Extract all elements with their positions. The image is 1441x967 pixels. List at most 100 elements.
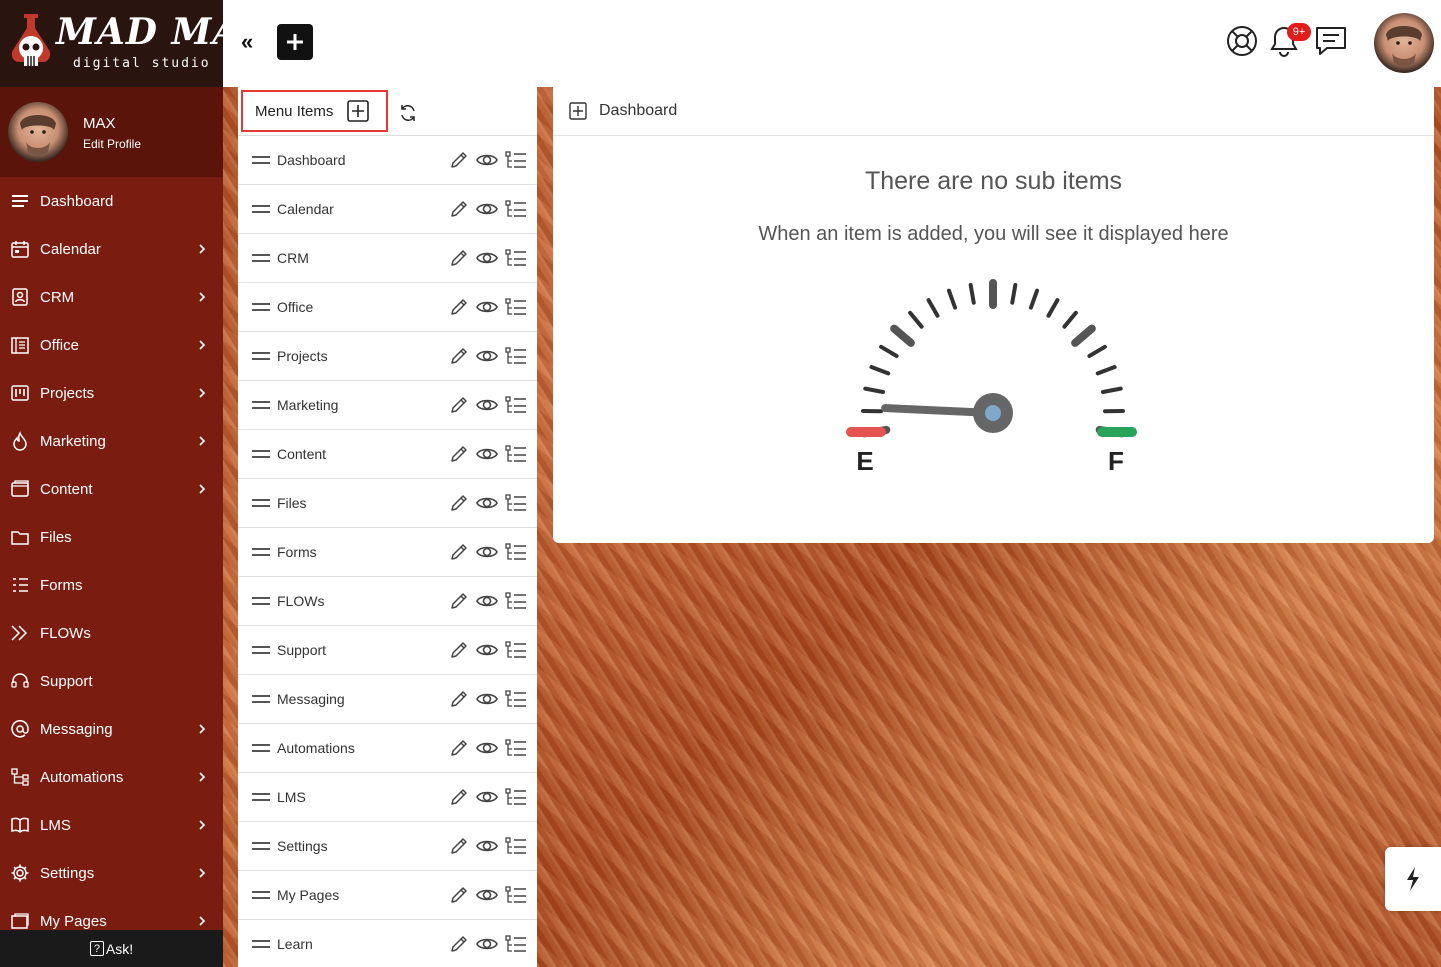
add-sub-item-icon[interactable]: [569, 102, 587, 120]
menu-item-row[interactable]: Messaging: [238, 675, 537, 724]
sub-items-tree-icon[interactable]: [505, 591, 527, 611]
eye-icon[interactable]: [475, 738, 499, 758]
edit-icon[interactable]: [449, 346, 469, 366]
drag-handle-icon[interactable]: [252, 744, 270, 752]
drag-handle-icon[interactable]: [252, 499, 270, 507]
edit-profile-link[interactable]: Edit Profile: [83, 137, 141, 151]
eye-icon[interactable]: [475, 787, 499, 807]
drag-handle-icon[interactable]: [252, 401, 270, 409]
eye-icon[interactable]: [475, 542, 499, 562]
eye-icon[interactable]: [475, 346, 499, 366]
sub-items-tree-icon[interactable]: [505, 738, 527, 758]
drag-handle-icon[interactable]: [252, 891, 270, 899]
sidebar-item-calendar[interactable]: Calendar: [0, 225, 223, 273]
eye-icon[interactable]: [475, 836, 499, 856]
sub-items-tree-icon[interactable]: [505, 199, 527, 219]
add-menu-item-icon[interactable]: [347, 100, 370, 122]
drag-handle-icon[interactable]: [252, 352, 270, 360]
sub-items-tree-icon[interactable]: [505, 885, 527, 905]
drag-handle-icon[interactable]: [252, 303, 270, 311]
menu-item-row[interactable]: FLOWs: [238, 577, 537, 626]
sidebar-item-crm[interactable]: CRM: [0, 273, 223, 321]
eye-icon[interactable]: [475, 934, 499, 954]
refresh-icon[interactable]: [398, 103, 418, 123]
edit-icon[interactable]: [449, 493, 469, 513]
eye-icon[interactable]: [475, 248, 499, 268]
eye-icon[interactable]: [475, 150, 499, 170]
sub-items-tree-icon[interactable]: [505, 150, 527, 170]
edit-icon[interactable]: [449, 640, 469, 660]
menu-item-row[interactable]: Files: [238, 479, 537, 528]
menu-item-row[interactable]: CRM: [238, 234, 537, 283]
eye-icon[interactable]: [475, 493, 499, 513]
menu-item-row[interactable]: Marketing: [238, 381, 537, 430]
edit-icon[interactable]: [449, 787, 469, 807]
menu-item-row[interactable]: My Pages: [238, 871, 537, 920]
menu-item-row[interactable]: Learn: [238, 920, 537, 967]
menu-item-row[interactable]: Dashboard: [238, 136, 537, 185]
sidebar-item-files[interactable]: Files: [0, 513, 223, 561]
sub-items-tree-icon[interactable]: [505, 836, 527, 856]
edit-icon[interactable]: [449, 542, 469, 562]
menu-item-row[interactable]: Automations: [238, 724, 537, 773]
edit-icon[interactable]: [449, 297, 469, 317]
sidebar-item-automations[interactable]: Automations: [0, 753, 223, 801]
menu-item-row[interactable]: Office: [238, 283, 537, 332]
sub-items-tree-icon[interactable]: [505, 444, 527, 464]
eye-icon[interactable]: [475, 640, 499, 660]
sub-items-tree-icon[interactable]: [505, 248, 527, 268]
sub-items-tree-icon[interactable]: [505, 689, 527, 709]
menu-item-row[interactable]: Content: [238, 430, 537, 479]
edit-icon[interactable]: [449, 934, 469, 954]
sub-items-tree-icon[interactable]: [505, 395, 527, 415]
sub-items-tree-icon[interactable]: [505, 787, 527, 807]
edit-icon[interactable]: [449, 150, 469, 170]
user-avatar[interactable]: [1374, 13, 1434, 73]
menu-item-row[interactable]: Support: [238, 626, 537, 675]
sidebar-item-projects[interactable]: Projects: [0, 369, 223, 417]
drag-handle-icon[interactable]: [252, 842, 270, 850]
drag-handle-icon[interactable]: [252, 548, 270, 556]
edit-icon[interactable]: [449, 885, 469, 905]
drag-handle-icon[interactable]: [252, 646, 270, 654]
menu-item-row[interactable]: Forms: [238, 528, 537, 577]
drag-handle-icon[interactable]: [252, 205, 270, 213]
edit-icon[interactable]: [449, 591, 469, 611]
menu-item-row[interactable]: Calendar: [238, 185, 537, 234]
eye-icon[interactable]: [475, 297, 499, 317]
drag-handle-icon[interactable]: [252, 597, 270, 605]
sidebar-item-forms[interactable]: Forms: [0, 561, 223, 609]
eye-icon[interactable]: [475, 395, 499, 415]
eye-icon[interactable]: [475, 199, 499, 219]
menu-item-row[interactable]: Settings: [238, 822, 537, 871]
lifebuoy-icon[interactable]: [1226, 24, 1258, 58]
eye-icon[interactable]: [475, 444, 499, 464]
sidebar-item-marketing[interactable]: Marketing: [0, 417, 223, 465]
eye-icon[interactable]: [475, 591, 499, 611]
drag-handle-icon[interactable]: [252, 793, 270, 801]
edit-icon[interactable]: [449, 199, 469, 219]
sub-items-tree-icon[interactable]: [505, 640, 527, 660]
menu-item-row[interactable]: Projects: [238, 332, 537, 381]
drag-handle-icon[interactable]: [252, 695, 270, 703]
edit-icon[interactable]: [449, 248, 469, 268]
sidebar-item-dashboard[interactable]: Dashboard: [0, 177, 223, 225]
sub-items-tree-icon[interactable]: [505, 297, 527, 317]
edit-icon[interactable]: [449, 395, 469, 415]
add-button[interactable]: [277, 24, 313, 60]
quick-action-button[interactable]: [1385, 847, 1441, 911]
drag-handle-icon[interactable]: [252, 940, 270, 948]
collapse-sidebar-button[interactable]: «: [241, 31, 253, 53]
edit-icon[interactable]: [449, 836, 469, 856]
sidebar-item-messaging[interactable]: Messaging: [0, 705, 223, 753]
chat-icon[interactable]: [1315, 24, 1347, 58]
sub-items-tree-icon[interactable]: [505, 542, 527, 562]
edit-icon[interactable]: [449, 738, 469, 758]
eye-icon[interactable]: [475, 885, 499, 905]
brand-logo[interactable]: MAD MAX digital studio: [0, 0, 223, 87]
sidebar-item-settings[interactable]: Settings: [0, 849, 223, 897]
sub-items-tree-icon[interactable]: [505, 346, 527, 366]
ask-button[interactable]: ? Ask!: [0, 930, 223, 967]
avatar[interactable]: [8, 102, 68, 162]
sidebar-item-flows[interactable]: FLOWs: [0, 609, 223, 657]
